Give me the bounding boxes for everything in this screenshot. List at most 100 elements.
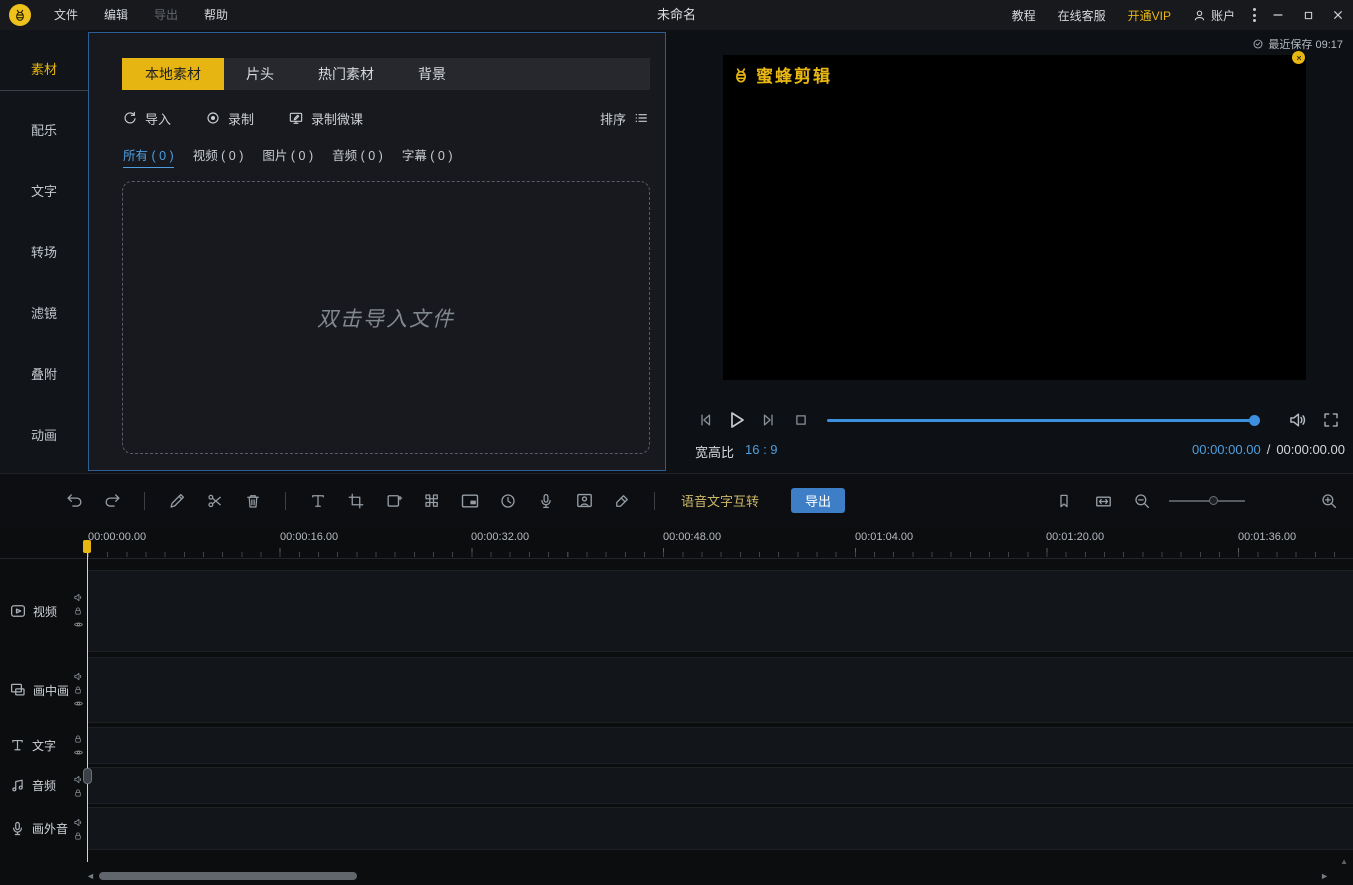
record-lesson-button[interactable]: 录制微课: [288, 109, 363, 128]
hide-track-icon[interactable]: [73, 619, 84, 630]
prev-frame-button[interactable]: [696, 411, 714, 429]
text-tool-button[interactable]: [306, 489, 330, 513]
lock-track-icon[interactable]: [73, 606, 83, 616]
undo-button[interactable]: [62, 489, 86, 513]
fit-timeline-button[interactable]: [1091, 489, 1115, 513]
filter-video[interactable]: 视频 ( 0 ): [193, 145, 244, 168]
vip-link[interactable]: 开通VIP: [1117, 7, 1182, 24]
scroll-up-arrow[interactable]: ▲: [1340, 857, 1348, 866]
zoom-out-button[interactable]: [1130, 489, 1154, 513]
scroll-right-arrow[interactable]: ►: [1320, 871, 1329, 881]
maximize-button[interactable]: [1293, 0, 1323, 30]
material-actions: 导入 录制 录制微课 排序: [122, 103, 649, 133]
sort-label: 排序: [599, 111, 626, 127]
filter-audio[interactable]: 音频 ( 0 ): [332, 145, 383, 168]
sidebar-item-music[interactable]: 配乐: [0, 99, 88, 160]
mute-track-icon[interactable]: [73, 592, 84, 603]
minimize-button[interactable]: [1263, 0, 1293, 30]
pip-track-lane[interactable]: [87, 657, 1353, 723]
more-menu-icon[interactable]: [1245, 0, 1263, 30]
watermark-close-button[interactable]: [1292, 51, 1305, 64]
playhead-grabber[interactable]: [83, 768, 92, 784]
filter-subtitle[interactable]: 字幕 ( 0 ): [402, 145, 453, 168]
tutorial-link[interactable]: 教程: [1001, 7, 1047, 24]
stop-button[interactable]: [792, 411, 810, 429]
edit-button[interactable]: [165, 489, 189, 513]
current-time: 00:00:00.00: [1192, 442, 1261, 457]
mute-track-icon[interactable]: [73, 817, 84, 828]
marker-button[interactable]: [1052, 489, 1076, 513]
sidebar-item-animation[interactable]: 动画: [0, 404, 88, 465]
playback-controls: [666, 402, 1353, 438]
sidebar-item-filter[interactable]: 滤镜: [0, 282, 88, 343]
menu-file[interactable]: 文件: [41, 0, 91, 30]
play-button[interactable]: [724, 408, 748, 432]
sidebar-item-overlay[interactable]: 叠附: [0, 343, 88, 404]
filter-image[interactable]: 图片 ( 0 ): [262, 145, 313, 168]
scroll-left-arrow[interactable]: ◄: [86, 871, 95, 881]
mosaic-button[interactable]: [420, 489, 444, 513]
aspect-ratio-value[interactable]: 16 : 9: [745, 442, 778, 461]
tab-local-material[interactable]: 本地素材: [122, 58, 224, 90]
mute-track-icon[interactable]: [73, 671, 84, 682]
menu-help[interactable]: 帮助: [191, 0, 241, 30]
pip-button[interactable]: [458, 489, 482, 513]
lock-track-icon[interactable]: [73, 685, 83, 695]
video-track-lane[interactable]: [87, 570, 1353, 652]
account-button[interactable]: 账户: [1182, 7, 1245, 24]
timeline-ruler[interactable]: 00:00:00.00 00:00:16.00 00:00:32.00 00:0…: [0, 527, 1353, 558]
tab-intro[interactable]: 片头: [224, 58, 296, 90]
sidebar-divider: [0, 90, 88, 91]
filter-all[interactable]: 所有 ( 0 ): [123, 145, 174, 168]
hide-track-icon[interactable]: [73, 747, 84, 758]
preview-info-row: 宽高比 16 : 9 00:00:00.00 / 00:00:00.00: [666, 440, 1353, 464]
timeline-zoom-slider[interactable]: [1169, 496, 1245, 505]
text-track-lane[interactable]: [87, 727, 1353, 764]
redo-button[interactable]: [100, 489, 124, 513]
lock-track-icon[interactable]: [73, 831, 83, 841]
playhead-handle[interactable]: [83, 540, 91, 553]
import-dropzone[interactable]: 双击导入文件: [122, 181, 650, 454]
export-button[interactable]: 导出: [791, 488, 846, 513]
account-label: 账户: [1210, 8, 1235, 23]
lock-track-icon[interactable]: [73, 788, 83, 798]
check-circle-icon: [1252, 38, 1264, 50]
close-button[interactable]: [1323, 0, 1353, 30]
voiceover-record-button[interactable]: [534, 489, 558, 513]
duration-button[interactable]: [496, 489, 520, 513]
app-logo-icon[interactable]: [9, 4, 31, 26]
seek-slider-handle[interactable]: [1249, 415, 1260, 426]
menu-edit[interactable]: 编辑: [91, 0, 141, 30]
voiceover-track-lane[interactable]: [87, 807, 1353, 850]
sort-button[interactable]: 排序: [600, 109, 649, 128]
record-button[interactable]: 录制: [205, 109, 254, 128]
fullscreen-button[interactable]: [1322, 411, 1340, 429]
video-track-label: 视频: [33, 604, 58, 619]
crop-button[interactable]: [344, 489, 368, 513]
aspect-ratio-label: 宽高比: [695, 445, 735, 460]
recent-save-text: 最近保存 09:17: [1268, 39, 1343, 51]
online-support-link[interactable]: 在线客服: [1047, 7, 1117, 24]
volume-button[interactable]: [1288, 410, 1308, 430]
tab-background[interactable]: 背景: [396, 58, 468, 90]
import-button[interactable]: 导入: [122, 109, 171, 128]
sidebar-item-text[interactable]: 文字: [0, 160, 88, 221]
delete-button[interactable]: [241, 489, 265, 513]
sidebar-item-transition[interactable]: 转场: [0, 221, 88, 282]
portrait-cutout-button[interactable]: [572, 489, 596, 513]
tab-popular-material[interactable]: 热门素材: [296, 58, 396, 90]
split-button[interactable]: [203, 489, 227, 513]
timeline-zoom-handle[interactable]: [1208, 496, 1218, 505]
voice-text-convert-button[interactable]: 语音文字互转: [681, 491, 759, 510]
hscroll-thumb[interactable]: [99, 872, 357, 880]
ruler-divider: [0, 558, 1353, 559]
hide-track-icon[interactable]: [73, 698, 84, 709]
seek-slider[interactable]: [827, 415, 1260, 426]
lock-track-icon[interactable]: [73, 734, 83, 744]
style-brush-button[interactable]: [610, 489, 634, 513]
audio-track-icon: [9, 777, 26, 794]
audio-track-lane[interactable]: [87, 767, 1353, 804]
freeze-frame-button[interactable]: [382, 489, 406, 513]
next-frame-button[interactable]: [760, 411, 778, 429]
zoom-in-button[interactable]: [1317, 489, 1341, 513]
